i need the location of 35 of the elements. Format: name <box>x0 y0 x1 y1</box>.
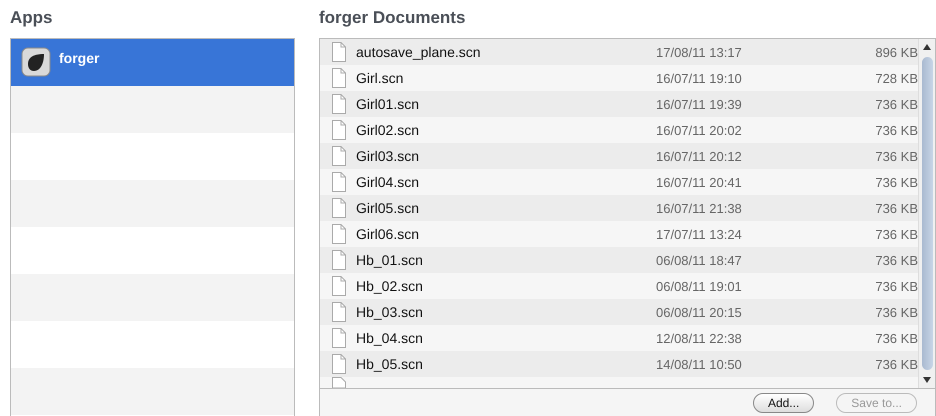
document-icon <box>332 94 346 114</box>
document-icon <box>332 328 346 348</box>
scrollbar[interactable] <box>918 39 935 388</box>
document-icon <box>332 198 346 218</box>
file-row[interactable]: Girl06.scn 17/07/11 13:24 736 KB <box>320 221 918 247</box>
document-icon <box>332 250 346 270</box>
file-row[interactable]: Hb_03.scn 06/08/11 20:15 736 KB <box>320 299 918 325</box>
file-row[interactable]: Hb_05.scn 14/08/11 10:50 736 KB <box>320 351 918 377</box>
file-row[interactable]: Girl03.scn 16/07/11 20:12 736 KB <box>320 143 918 169</box>
scroll-thumb[interactable] <box>922 57 932 370</box>
add-button[interactable]: Add... <box>752 392 814 412</box>
file-row[interactable]: Girl.scn 16/07/11 19:10 728 KB <box>320 65 918 91</box>
file-row[interactable]: Girl04.scn 16/07/11 20:41 736 KB <box>320 169 918 195</box>
document-icon <box>332 172 346 192</box>
document-icon <box>332 42 346 62</box>
file-row[interactable]: Hb_02.scn 06/08/11 19:01 736 KB <box>320 273 918 299</box>
document-icon <box>332 146 346 166</box>
file-row[interactable]: Hb_04.scn 12/08/11 22:38 736 KB <box>320 325 918 351</box>
app-icon <box>21 47 51 77</box>
document-icon <box>332 354 346 374</box>
scroll-up-icon[interactable] <box>922 43 932 51</box>
file-row[interactable]: Hb_01.scn 06/08/11 18:47 736 KB <box>320 247 918 273</box>
app-item[interactable]: forger <box>11 39 294 86</box>
document-icon <box>332 120 346 140</box>
documents-heading: forger Documents <box>319 7 466 29</box>
document-icon <box>332 224 346 244</box>
document-icon <box>332 302 346 322</box>
document-icon <box>332 276 346 296</box>
file-row[interactable]: Girl01.scn 16/07/11 19:39 736 KB <box>320 91 918 117</box>
file-row[interactable]: autosave_plane.scn 17/08/11 13:17 896 KB <box>320 39 918 65</box>
file-row[interactable]: Girl02.scn 16/07/11 20:02 736 KB <box>320 117 918 143</box>
apps-heading: Apps <box>10 7 54 29</box>
file-row[interactable]: Girl05.scn 16/07/11 21:38 736 KB <box>320 195 918 221</box>
document-icon <box>332 68 346 88</box>
scroll-down-icon[interactable] <box>922 376 932 384</box>
